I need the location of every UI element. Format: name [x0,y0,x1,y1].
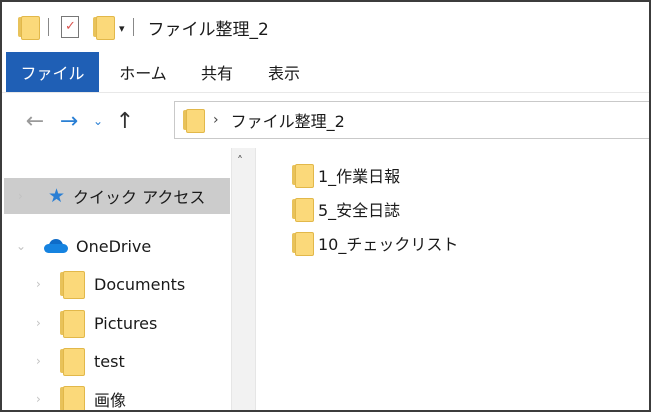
item-name: 10_チェックリスト [318,235,459,254]
item-name: 5_安全日誌 [318,201,401,220]
title-bar: ▾ ファイル整理_2 [2,2,649,52]
nav-item-label: 画像 [94,391,127,410]
cloud-icon [44,239,68,253]
expand-chevron-icon[interactable]: ⌄ [16,239,26,253]
star-icon: ★ [48,185,66,207]
properties-check-icon[interactable] [61,16,79,38]
folder-icon [60,348,85,376]
scroll-up-icon[interactable]: ˄ [237,154,243,168]
tab-file[interactable]: ファイル [6,52,99,92]
folder-icon [60,310,85,338]
folder-icon [292,232,314,256]
nav-item-label: Pictures [94,313,158,333]
expand-chevron-icon[interactable]: › [36,277,41,291]
navigation-bar: ← → ⌄ ↑ › ファイル整理_2 [2,98,649,144]
up-arrow-icon[interactable]: ↑ [110,109,140,134]
file-list: 1_作業日報 5_安全日誌 10_チェックリスト [258,148,649,410]
folder-icon [292,164,314,188]
nav-item-quick-access[interactable]: › ★ クイック アクセス [4,178,230,214]
expand-chevron-icon[interactable]: › [36,316,41,330]
address-folder-icon [183,109,205,133]
address-bar[interactable]: › ファイル整理_2 [174,101,649,139]
tab-share[interactable]: 共有 [187,52,247,92]
back-arrow-icon[interactable]: ← [18,109,52,134]
qat-separator [48,18,49,36]
item-name: 1_作業日報 [318,167,401,186]
tab-home[interactable]: ホーム [99,52,187,92]
address-path[interactable]: ファイル整理_2 [231,108,345,132]
nav-item-label: test [94,351,125,371]
ribbon-tabs: ファイル ホーム 共有 表示 [2,52,649,93]
title-separator [132,18,134,36]
folder-icon [60,386,85,410]
navigation-pane: › ★ クイック アクセス ⌄ OneDrive › Documents › P… [4,148,230,410]
new-folder-icon[interactable] [93,16,115,40]
list-item[interactable]: 5_安全日誌 [292,194,400,224]
nav-item-label: クイック アクセス [73,188,206,207]
nav-pane-scrollbar[interactable]: ˄ [231,148,256,410]
folder-icon [60,271,85,299]
nav-item-documents[interactable]: › Documents [4,266,230,302]
nav-item-label: OneDrive [76,236,152,256]
explorer-window: ▾ ファイル整理_2 ファイル ホーム 共有 表示 ← → ⌄ ↑ › ファイル… [0,0,651,412]
window-title: ファイル整理_2 [147,19,269,40]
nav-item-pictures[interactable]: › Pictures [4,305,230,341]
nav-item-onedrive[interactable]: ⌄ OneDrive [4,228,230,264]
window-folder-icon [18,16,40,40]
nav-item-test[interactable]: › test [4,343,230,379]
forward-arrow-icon[interactable]: → [52,109,86,134]
folder-icon [292,198,314,222]
qat-dropdown-icon[interactable]: ▾ [119,22,125,35]
recent-locations-chevron-icon[interactable]: ⌄ [86,114,110,128]
expand-chevron-icon[interactable]: › [36,354,41,368]
tab-view[interactable]: 表示 [247,52,321,92]
list-item[interactable]: 1_作業日報 [292,160,400,190]
nav-item-label: Documents [94,274,186,294]
expand-chevron-icon[interactable]: › [18,189,23,203]
breadcrumb-chevron-icon[interactable]: › [213,112,219,128]
list-item[interactable]: 10_チェックリスト [292,228,458,258]
nav-item-images[interactable]: › 画像 [4,381,230,410]
expand-chevron-icon[interactable]: › [36,392,41,406]
